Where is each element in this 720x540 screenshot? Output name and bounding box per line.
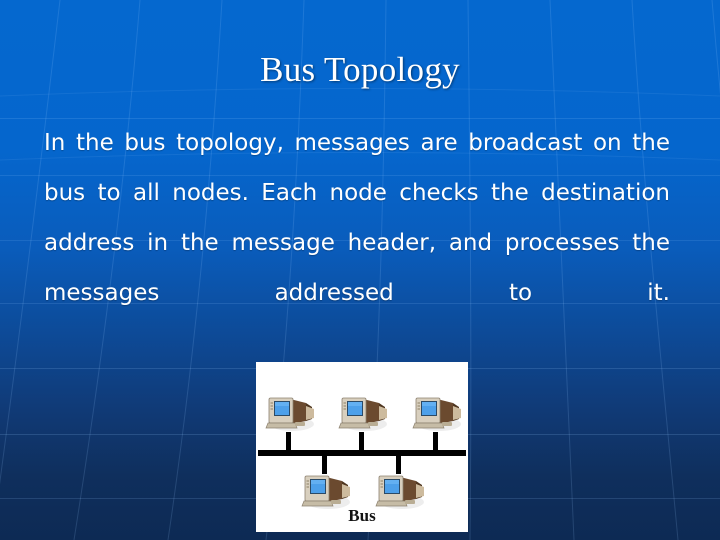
figure-caption: Bus — [348, 506, 376, 525]
slide-body-text: In the bus topology, messages are broadc… — [44, 118, 670, 368]
body-paragraph: In the bus topology, messages are broadc… — [44, 130, 670, 306]
drop-cable-bottom-2 — [396, 454, 401, 474]
drop-cable-top-2 — [359, 432, 364, 452]
node-computer-2 — [338, 397, 388, 432]
node-computer-5 — [375, 475, 425, 510]
node-computer-3 — [412, 397, 462, 432]
node-computer-4 — [301, 475, 351, 510]
bus-topology-diagram: Bus — [256, 362, 468, 532]
slide-title: Bus Topology — [260, 50, 460, 89]
drop-cable-top-1 — [286, 432, 291, 452]
drop-cable-bottom-1 — [322, 454, 327, 474]
slide: Bus Topology In the bus topology, messag… — [0, 0, 720, 540]
drop-cable-top-3 — [433, 432, 438, 452]
node-computer-1 — [265, 397, 315, 432]
